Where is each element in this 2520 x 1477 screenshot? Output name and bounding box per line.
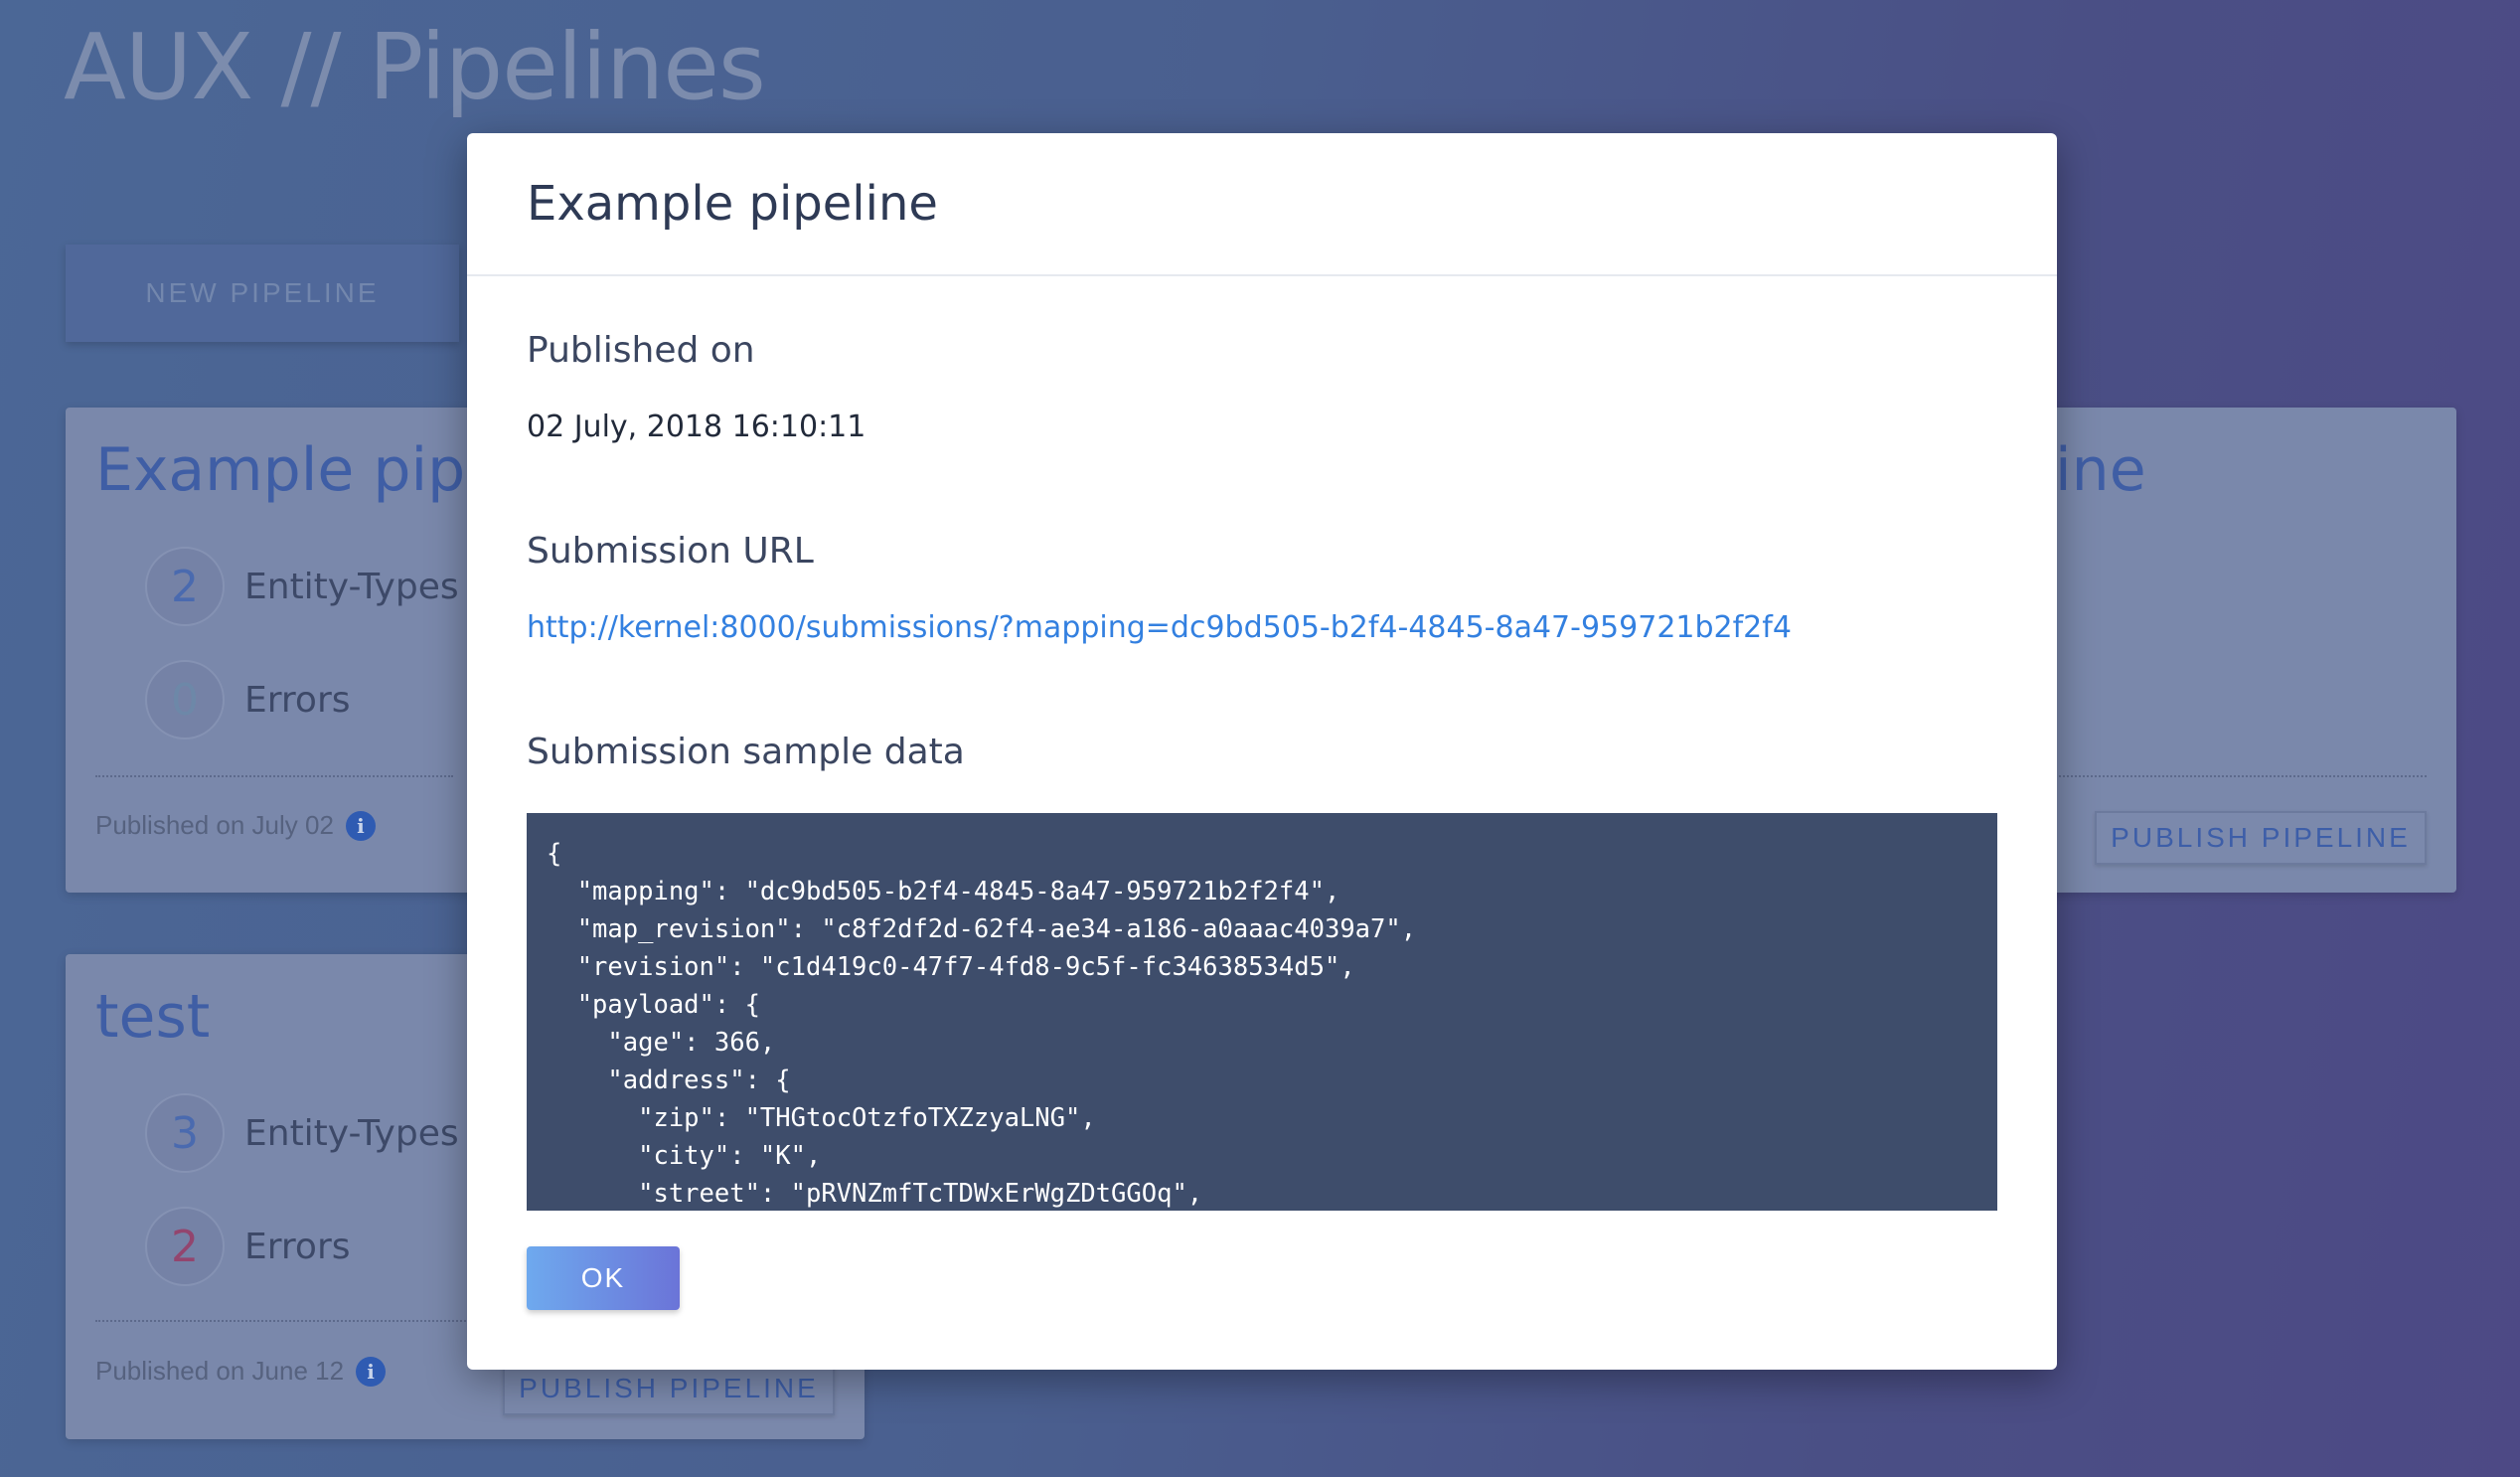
published-on-label: Published on bbox=[527, 330, 755, 371]
sample-data-label: Submission sample data bbox=[527, 732, 965, 772]
submission-url-label: Submission URL bbox=[527, 531, 814, 572]
published-on-value: 02 July, 2018 16:10:11 bbox=[527, 410, 866, 444]
modal-header: Example pipeline bbox=[467, 133, 2057, 276]
submission-url-link[interactable]: http://kernel:8000/submissions/?mapping=… bbox=[527, 610, 1792, 645]
sample-data-code: { "mapping": "dc9bd505-b2f4-4845-8a47-95… bbox=[547, 839, 1417, 1209]
ok-button[interactable]: OK bbox=[527, 1246, 680, 1310]
sample-data-code-block[interactable]: { "mapping": "dc9bd505-b2f4-4845-8a47-95… bbox=[527, 813, 1997, 1211]
pipeline-details-modal: Example pipeline Published on 02 July, 2… bbox=[467, 133, 2057, 1370]
modal-title: Example pipeline bbox=[527, 176, 938, 232]
